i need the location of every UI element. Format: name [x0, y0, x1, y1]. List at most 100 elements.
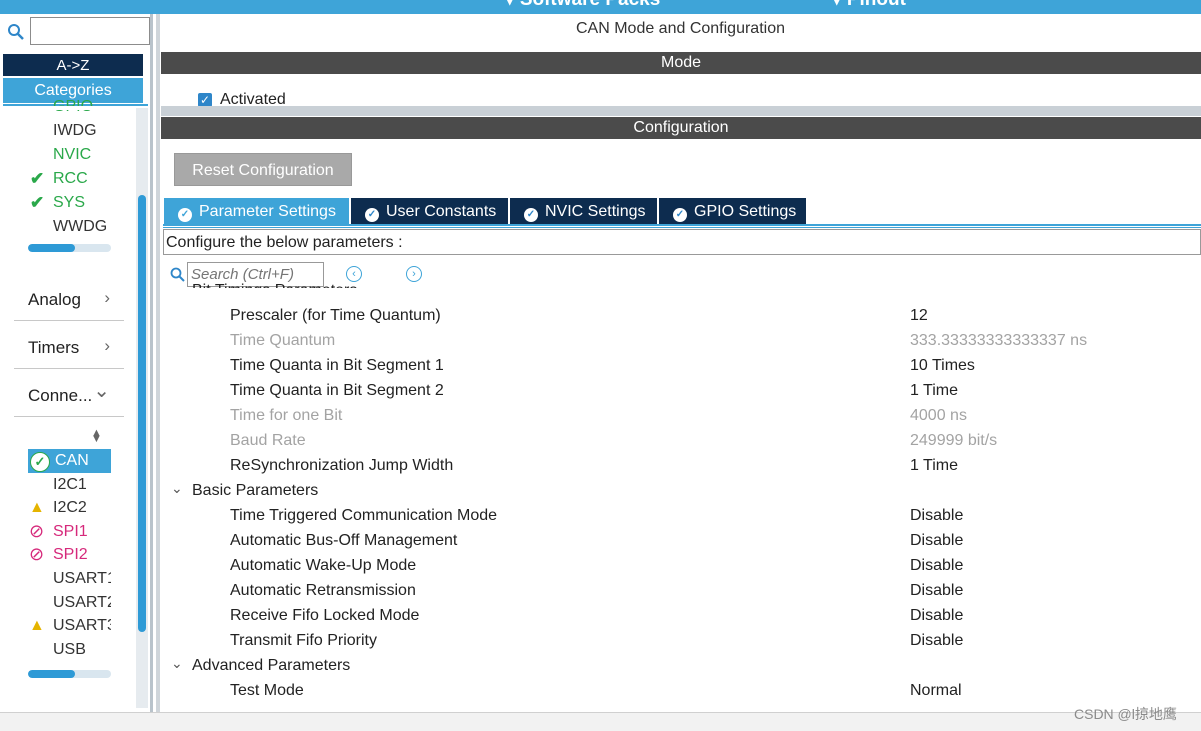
sidebar-item-usart1[interactable]: USART1: [53, 569, 116, 589]
sidebar-item-sys[interactable]: SYS ✔: [30, 193, 86, 213]
reset-configuration-button[interactable]: Reset Configuration: [174, 153, 352, 186]
tab-underline: [163, 224, 1201, 226]
sidebar-hscrollbar[interactable]: [28, 244, 111, 252]
tab-parameter-settings[interactable]: ✓ Parameter Settings: [164, 198, 349, 224]
sidebar-item-spi1[interactable]: SPI1 ⊘: [29, 521, 111, 542]
chevron-right-icon: ›: [104, 336, 110, 355]
hscroll-thumb[interactable]: [28, 244, 76, 252]
label-clip: [111, 565, 136, 640]
section-basic-parameters[interactable]: ⌄ Basic Parameters: [161, 479, 1201, 504]
param-row: Baud Rate 249999 bit/s: [161, 429, 1201, 454]
sidebar-item-label: SPI1: [53, 522, 88, 540]
pinout-tab[interactable]: ▾ Pinout: [832, 0, 906, 11]
param-row[interactable]: Automatic Wake-Up Mode Disable: [161, 554, 1201, 579]
tab-underline-2: [163, 227, 1201, 228]
tab-gpio-settings[interactable]: ✓ GPIO Settings: [659, 198, 806, 224]
param-row[interactable]: ReSynchronization Jump Width 1 Time: [161, 454, 1201, 479]
section-advanced-parameters[interactable]: ⌄ Advanced Parameters: [161, 654, 1201, 679]
param-name: Receive Fifo Locked Mode: [230, 607, 420, 624]
chevron-right-icon: ›: [104, 288, 110, 307]
tab-user-constants[interactable]: ✓ User Constants: [351, 198, 508, 224]
param-value[interactable]: 12: [910, 307, 928, 325]
sidebar-hscrollbar-2[interactable]: [28, 670, 111, 678]
param-name: Time Quanta in Bit Segment 2: [230, 382, 444, 399]
sidebar-item-label: SYS: [53, 194, 86, 211]
param-row[interactable]: Test Mode Normal: [161, 679, 1201, 704]
tab-nvic-settings[interactable]: ✓ NVIC Settings: [510, 198, 657, 224]
param-row: Time for one Bit 4000 ns: [161, 404, 1201, 429]
sidebar-item-can[interactable]: CAN ✓: [30, 451, 113, 472]
param-name: Automatic Bus-Off Management: [230, 532, 458, 549]
check-circle-icon: ✓: [673, 208, 687, 222]
param-row[interactable]: Prescaler (for Time Quantum) 12: [161, 304, 1201, 329]
status-bar: [0, 712, 1201, 731]
disabled-icon: ⊘: [29, 544, 45, 565]
param-name: Automatic Retransmission: [230, 582, 416, 599]
sidebar-item-i2c2[interactable]: I2C2 ▲: [29, 498, 111, 518]
sidebar-item-usart2[interactable]: USART2: [53, 593, 116, 613]
check-icon: ✔: [30, 169, 45, 188]
param-row[interactable]: Receive Fifo Locked Mode Disable: [161, 604, 1201, 629]
panel-splitter[interactable]: [161, 106, 1201, 116]
chevron-down-icon[interactable]: ⌄: [171, 655, 183, 672]
chevron-down-icon[interactable]: ⌄: [171, 480, 183, 497]
hscroll-thumb-2[interactable]: [28, 670, 76, 678]
param-value[interactable]: Disable: [910, 532, 963, 550]
param-value[interactable]: 1 Time: [910, 457, 958, 475]
param-row[interactable]: Automatic Retransmission Disable: [161, 579, 1201, 604]
param-value[interactable]: Disable: [910, 557, 963, 575]
group-label: Analog: [28, 290, 81, 309]
param-value[interactable]: 10 Times: [910, 357, 975, 375]
search-icon: [8, 24, 24, 40]
param-value[interactable]: Normal: [910, 682, 962, 700]
activated-checkbox[interactable]: ✓: [198, 93, 212, 107]
sidebar-search-input[interactable]: [30, 17, 150, 45]
param-value[interactable]: Disable: [910, 607, 963, 625]
sidebar-item-rcc[interactable]: RCC ✔: [30, 169, 88, 189]
sidebar-divider: [150, 14, 153, 712]
sort-az-button[interactable]: A->Z: [3, 54, 143, 76]
sidebar-item-nvic[interactable]: NVIC: [53, 145, 91, 165]
check-circle-icon: ✓: [365, 208, 379, 222]
param-row[interactable]: Automatic Bus-Off Management Disable: [161, 529, 1201, 554]
sidebar-item-label: SPI2: [53, 546, 88, 564]
group-timers[interactable]: Timers ›: [14, 330, 124, 369]
warning-icon: ▲: [29, 499, 45, 517]
sort-arrows-icon[interactable]: ▲ ▼: [91, 428, 102, 445]
software-packs-tab[interactable]: ▾ Software Packs: [505, 0, 660, 11]
param-row[interactable]: Time Quanta in Bit Segment 1 10 Times: [161, 354, 1201, 379]
group-analog[interactable]: Analog ›: [14, 282, 124, 321]
sidebar-item-label: IWDG: [53, 122, 97, 139]
sidebar-item-iwdg[interactable]: IWDG: [53, 121, 97, 141]
sidebar-vscroll-thumb[interactable]: [138, 195, 146, 632]
sidebar-splitter[interactable]: [156, 14, 160, 712]
sidebar-item-wwdg[interactable]: WWDG: [53, 217, 107, 237]
param-row[interactable]: Transmit Fifo Priority Disable: [161, 629, 1201, 654]
param-value: 4000 ns: [910, 407, 967, 424]
check-circle-icon: ✓: [524, 208, 538, 222]
sidebar-item-label: CAN: [55, 452, 89, 469]
group-connectivity[interactable]: Conne... ⌄: [14, 378, 124, 417]
sidebar-item-label: RCC: [53, 170, 88, 187]
param-row[interactable]: Time Triggered Communication Mode Disable: [161, 504, 1201, 529]
param-name: Transmit Fifo Priority: [230, 632, 377, 649]
param-value[interactable]: Disable: [910, 507, 963, 525]
chevron-down-icon: ⌄: [93, 380, 110, 402]
check-circle-icon: ✓: [30, 452, 50, 472]
sidebar-item-i2c1[interactable]: I2C1: [53, 475, 111, 495]
sidebar-item-usb[interactable]: USB: [53, 640, 111, 660]
watermark: CSDN @l掠地鹰: [1074, 706, 1177, 722]
top-menu-bar: ▾ Software Packs ▾ Pinout: [0, 0, 1201, 14]
sidebar-item-usart3[interactable]: USART3 ▲: [29, 616, 116, 636]
param-value[interactable]: 1 Time: [910, 382, 958, 400]
disabled-icon: ⊘: [29, 520, 45, 541]
param-row[interactable]: Time Quanta in Bit Segment 2 1 Time: [161, 379, 1201, 404]
clip-mask: [3, 106, 136, 110]
param-name: Time Triggered Communication Mode: [230, 507, 498, 524]
section-title: Basic Parameters: [192, 482, 319, 499]
param-value[interactable]: Disable: [910, 632, 963, 650]
param-value[interactable]: Disable: [910, 582, 963, 600]
configuration-header: Configuration: [161, 117, 1201, 139]
sidebar-item-label: USART2: [53, 593, 116, 611]
sidebar-item-spi2[interactable]: SPI2 ⊘: [29, 544, 111, 565]
